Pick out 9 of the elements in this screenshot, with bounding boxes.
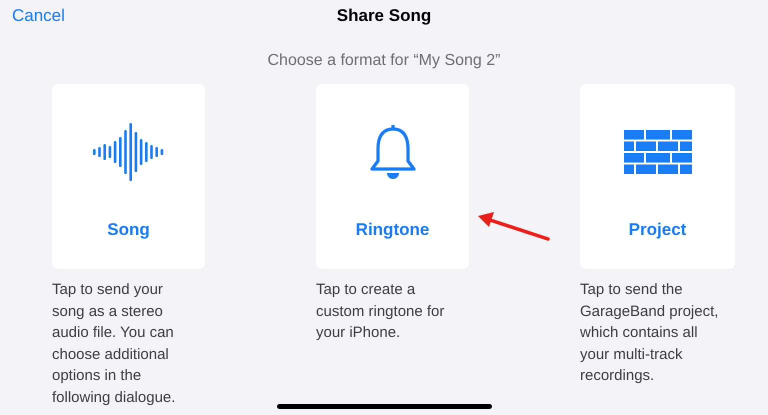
screen-title: Share Song — [336, 6, 432, 26]
format-description: Tap to send the GarageBand project, which contains all your multi-track recordings. — [580, 280, 720, 386]
format-prompt: Choose a format for “My Song 2” — [266, 52, 502, 70]
format-description: Tap to send your song as a stereo audio file. You can choose additional options in the following dialogue. — [52, 280, 176, 408]
format-description: Tap to create a custom ringtone for your iPhone. — [316, 280, 446, 343]
format-card[interactable]: Project — [580, 84, 735, 269]
cancel-button[interactable]: Cancel — [12, 6, 65, 26]
format-card[interactable]: Ringtone — [316, 84, 469, 269]
format-card[interactable]: Song — [52, 84, 205, 269]
